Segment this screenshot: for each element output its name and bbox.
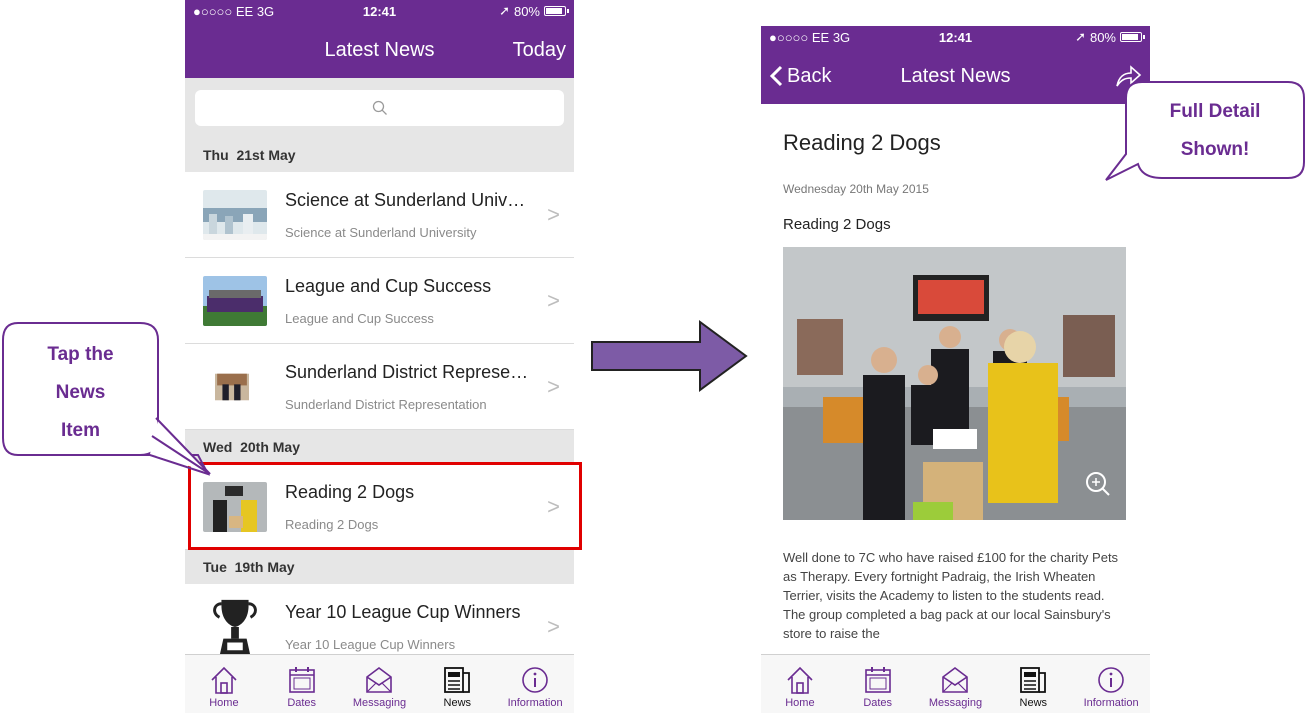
section-header: Wed 20th May	[185, 430, 574, 464]
news-list-screen: ●○○○○ EE 3G 12:41 ➚ 80% Latest News Toda…	[185, 0, 574, 713]
home-icon	[787, 666, 813, 694]
battery-indicator: ➚ 80%	[499, 3, 569, 19]
tab-dates[interactable]: Dates	[263, 655, 341, 713]
section-header: Thu 21st May	[185, 138, 574, 172]
newspaper-icon	[1020, 667, 1047, 693]
article-date: Wednesday 20th May 2015	[783, 182, 929, 196]
nav-bar: Latest News Today	[185, 22, 574, 78]
trophy-icon	[213, 599, 257, 656]
calendar-icon	[288, 667, 315, 693]
battery-percent: 80%	[1089, 29, 1116, 45]
chevron-right-icon: >	[547, 613, 560, 639]
section-day: Tue	[203, 559, 227, 575]
tab-bar: Home Dates Messaging News Information	[761, 654, 1150, 713]
news-item-title: Year 10 League Cup Winners	[285, 601, 521, 622]
nav-bar: Back Latest News	[761, 48, 1150, 104]
news-item-subtitle: Sunderland District Representation	[285, 396, 487, 412]
news-item-subtitle: League and Cup Success	[285, 310, 434, 326]
search-bar	[185, 78, 574, 138]
news-item-subtitle: Science at Sunderland University	[285, 224, 477, 240]
tab-label: Dates	[863, 697, 893, 709]
news-item-science[interactable]: Science at Sunderland Univ… Science at S…	[185, 172, 574, 258]
callout-line: Tap the	[47, 344, 114, 365]
callout-line: Shown!	[1180, 139, 1250, 160]
today-button[interactable]: Today	[513, 22, 566, 78]
page-title: Latest News	[900, 64, 1011, 87]
location-arrow-icon: ➚	[499, 3, 510, 18]
tab-label: Messaging	[928, 697, 983, 709]
chevron-right-icon: >	[547, 287, 560, 313]
article-body: Well done to 7C who have raised £100 for…	[783, 550, 1119, 641]
info-icon	[1098, 667, 1124, 693]
callout-tap-text: Tap the News Item	[3, 336, 158, 450]
news-item-title: Science at Sunderland Univ…	[285, 189, 526, 210]
news-thumbnail-image	[203, 189, 267, 240]
news-item-title: Sunderland District Represe…	[285, 361, 529, 382]
news-thumbnail-image	[215, 373, 249, 400]
envelope-icon	[942, 667, 969, 693]
news-thumbnail-image	[203, 275, 267, 326]
tab-label: Home	[209, 697, 239, 709]
news-item-league[interactable]: League and Cup Success League and Cup Su…	[185, 258, 574, 344]
section-header: Tue 19th May	[185, 550, 574, 584]
calendar-icon	[864, 667, 891, 693]
tab-news[interactable]: News	[418, 655, 496, 713]
callout-line: News	[55, 382, 106, 403]
news-item-subtitle: Year 10 League Cup Winners	[285, 636, 456, 652]
newspaper-icon	[444, 667, 471, 693]
callout-full-detail-text: Full Detail Shown!	[1126, 93, 1304, 169]
search-input[interactable]	[195, 90, 564, 126]
tab-label: Home	[785, 697, 815, 709]
tab-messaging[interactable]: Messaging	[917, 655, 995, 713]
status-bar: ●○○○○ EE 3G 12:41 ➚ 80%	[185, 0, 574, 22]
battery-percent: 80%	[513, 3, 540, 19]
tab-home[interactable]: Home	[185, 655, 263, 713]
callout-line: Item	[60, 420, 101, 441]
signal-indicator: ●○○○○ EE 3G	[769, 29, 851, 45]
battery-icon	[544, 6, 569, 16]
envelope-icon	[366, 667, 393, 693]
chevron-right-icon: >	[547, 201, 560, 227]
tab-messaging[interactable]: Messaging	[341, 655, 419, 713]
section-day: Thu	[203, 147, 229, 163]
article-subtitle: Reading 2 Dogs	[783, 216, 891, 233]
battery-indicator: ➚ 80%	[1075, 29, 1145, 45]
tab-label: News	[1019, 697, 1048, 709]
tab-dates[interactable]: Dates	[839, 655, 917, 713]
status-bar: ●○○○○ EE 3G 12:41 ➚ 80%	[761, 26, 1150, 48]
news-item-title: League and Cup Success	[285, 275, 492, 296]
tab-label: Messaging	[352, 697, 407, 709]
section-date: 20th May	[240, 439, 301, 455]
tab-information[interactable]: Information	[496, 655, 574, 713]
battery-icon	[1120, 32, 1145, 42]
news-item-sunderland-district[interactable]: Sunderland District Represe… Sunderland …	[185, 344, 574, 430]
home-icon	[211, 666, 237, 694]
article-title: Reading 2 Dogs	[783, 130, 941, 155]
chevron-right-icon: >	[547, 373, 560, 399]
tab-news[interactable]: News	[994, 655, 1072, 713]
signal-indicator: ●○○○○ EE 3G	[193, 3, 275, 19]
article: Reading 2 Dogs Wednesday 20th May 2015 R…	[761, 130, 1150, 643]
search-icon	[372, 100, 387, 115]
selection-highlight	[188, 462, 582, 550]
info-icon	[522, 667, 548, 693]
callout-line: Full Detail	[1169, 101, 1261, 122]
tab-bar: Home Dates Messaging News Information	[185, 654, 574, 713]
tab-home[interactable]: Home	[761, 655, 839, 713]
tab-label: News	[443, 697, 472, 709]
tab-label: Information	[1083, 697, 1139, 709]
article-photo[interactable]	[783, 247, 1126, 520]
tab-label: Information	[507, 697, 563, 709]
transition-arrow	[591, 320, 748, 392]
tab-information[interactable]: Information	[1072, 655, 1150, 713]
section-date: 19th May	[234, 559, 295, 575]
location-arrow-icon: ➚	[1075, 29, 1086, 44]
tab-label: Dates	[287, 697, 317, 709]
section-date: 21st May	[236, 147, 296, 163]
news-detail-screen: ●○○○○ EE 3G 12:41 ➚ 80% Back Latest News…	[761, 26, 1150, 713]
